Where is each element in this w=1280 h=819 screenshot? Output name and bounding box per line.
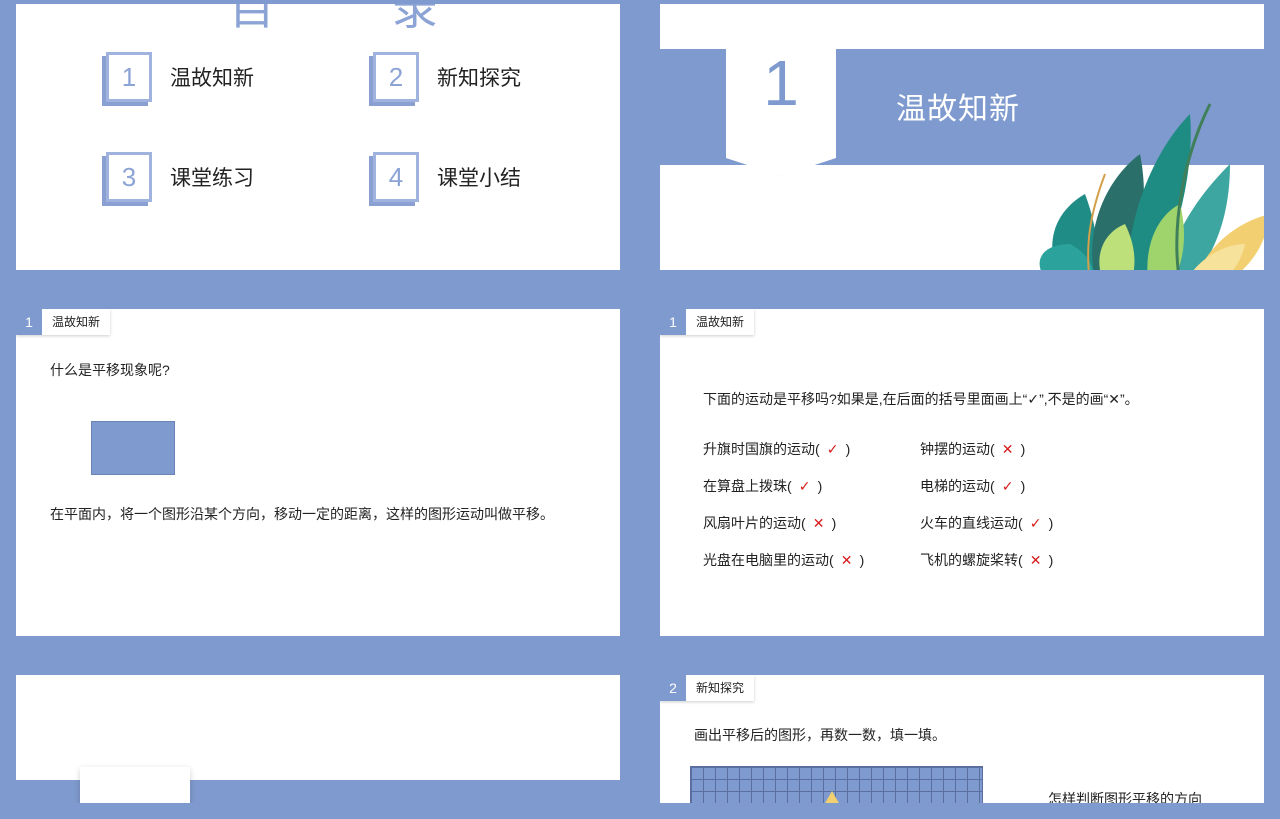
- tag-number: 2: [660, 675, 686, 701]
- cross-mark: ✕: [840, 552, 853, 568]
- section-tag: 2 新知探究: [660, 675, 755, 701]
- slide-section-divider-partial[interactable]: [0, 659, 636, 819]
- question-item: 火车的直线运动(✓): [920, 515, 1054, 531]
- instruction-text: 画出平移后的图形，再数一数，填一填。: [694, 727, 946, 743]
- toc-label: 新知探究: [437, 67, 521, 90]
- section-tag: 1 温故知新: [16, 309, 111, 335]
- slide-judgement-exercise[interactable]: 1 温故知新 下面的运动是平移吗?如果是,在后面的括号里面画上“✓”,不是的画“…: [644, 293, 1280, 652]
- cross-mark: ✕: [1001, 441, 1014, 457]
- question-item: 风扇叶片的运动(✕): [703, 515, 837, 531]
- toc-number: 1: [106, 52, 152, 102]
- toc-label: 课堂练习: [170, 167, 254, 190]
- toc-number: 2: [373, 52, 419, 102]
- slide-canvas: [16, 675, 620, 803]
- slide-canvas: 目 录 1 温故知新 2 新知探究 3 课堂练习 4 课堂小结: [16, 4, 620, 270]
- slide-canvas: 1 温故知新 下面的运动是平移吗?如果是,在后面的括号里面画上“✓”,不是的画“…: [660, 309, 1264, 636]
- tag-number: 1: [16, 309, 42, 335]
- slide-canvas: 1 温故知新: [660, 4, 1264, 270]
- cross-mark: ✕: [812, 515, 825, 531]
- question-item: 在算盘上拨珠(✓): [703, 478, 823, 494]
- slide-grid-exercise[interactable]: 2 新知探究 画出平移后的图形，再数一数，填一填。 怎样判断图形平移的方向: [644, 659, 1280, 819]
- tag-label: 新知探究: [686, 675, 755, 701]
- tag-label: 温故知新: [42, 309, 111, 335]
- instruction-text: 下面的运动是平移吗?如果是,在后面的括号里面画上“✓”,不是的画“✕”。: [703, 391, 1139, 407]
- toc-label: 课堂小结: [437, 167, 521, 190]
- section-tag: 1 温故知新: [660, 309, 755, 335]
- toc-label: 温故知新: [170, 67, 254, 90]
- section-number: 1: [763, 47, 799, 119]
- slide-canvas: 1 温故知新 什么是平移现象呢? 在平面内，将一个图形沿某个方向，移动一定的距离…: [16, 309, 620, 636]
- tick-mark: ✓: [798, 478, 811, 494]
- slide-section-1[interactable]: 1 温故知新: [644, 0, 1280, 286]
- slide-toc[interactable]: 目 录 1 温故知新 2 新知探究 3 课堂练习 4 课堂小结: [0, 0, 636, 286]
- cross-mark: ✕: [1029, 552, 1042, 568]
- tick-mark: ✓: [826, 441, 839, 457]
- number-shield: [80, 767, 190, 803]
- tag-number: 1: [660, 309, 686, 335]
- number-shield: 1: [726, 26, 836, 176]
- side-question-text: 怎样判断图形平移的方向: [1048, 791, 1202, 803]
- tag-label: 温故知新: [686, 309, 755, 335]
- rectangle-shape: [91, 421, 175, 475]
- definition-text: 在平面内，将一个图形沿某个方向，移动一定的距离，这样的图形运动叫做平移。: [50, 506, 554, 522]
- question-item: 飞机的螺旋桨转(✕): [920, 552, 1054, 568]
- question-item: 钟摆的运动(✕): [920, 441, 1026, 457]
- section-title: 温故知新: [896, 93, 1020, 126]
- question-item: 升旗时国旗的运动(✓): [703, 441, 851, 457]
- tick-mark: ✓: [1029, 515, 1042, 531]
- slide-translation-definition[interactable]: 1 温故知新 什么是平移现象呢? 在平面内，将一个图形沿某个方向，移动一定的距离…: [0, 293, 636, 652]
- slide-canvas: 2 新知探究 画出平移后的图形，再数一数，填一填。 怎样判断图形平移的方向: [660, 675, 1264, 803]
- triangle-shape: [824, 791, 840, 803]
- tick-mark: ✓: [1001, 478, 1014, 494]
- question-text: 什么是平移现象呢?: [50, 362, 170, 378]
- toc-number: 4: [373, 152, 419, 202]
- leaves-illustration: [1039, 103, 1264, 270]
- toc-number: 3: [106, 152, 152, 202]
- question-item: 电梯的运动(✓): [920, 478, 1026, 494]
- toc-title: 目 录: [229, 4, 490, 34]
- question-item: 光盘在电脑里的运动(✕): [703, 552, 865, 568]
